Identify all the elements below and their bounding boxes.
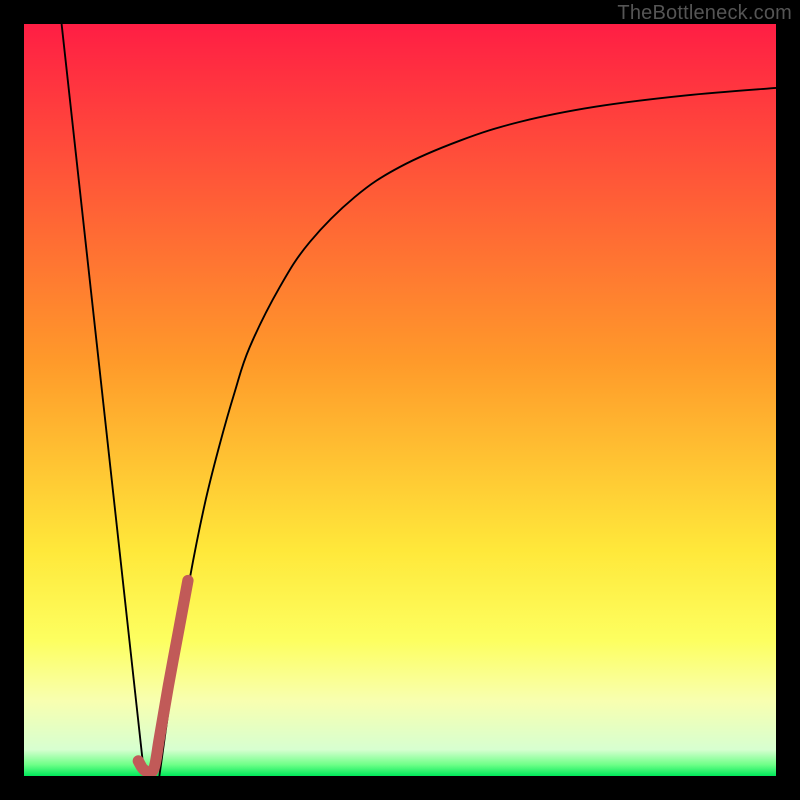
watermark-text: TheBottleneck.com bbox=[617, 2, 792, 25]
left-line bbox=[62, 24, 145, 776]
outer-frame: TheBottleneck.com bbox=[0, 0, 800, 800]
log-curve bbox=[159, 88, 776, 776]
highlight-curve bbox=[138, 580, 188, 772]
plot-area bbox=[24, 24, 776, 776]
curves-layer bbox=[24, 24, 776, 776]
